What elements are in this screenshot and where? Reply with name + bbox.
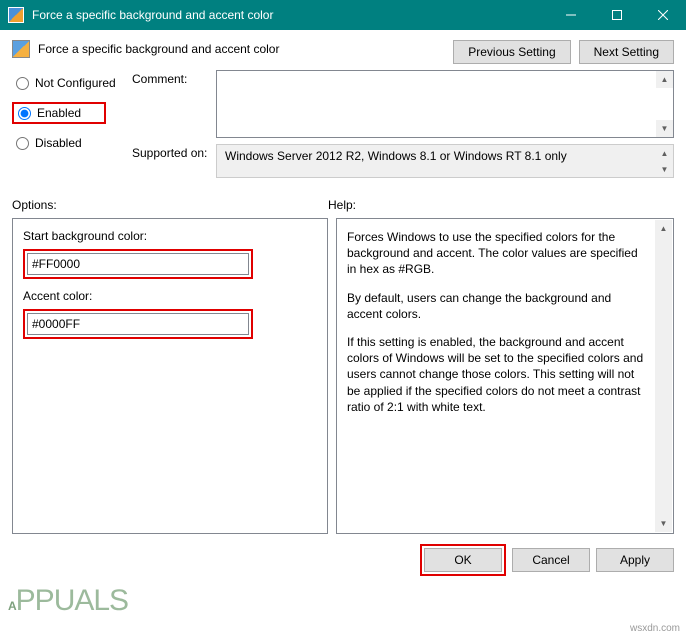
background-color-input[interactable] bbox=[27, 253, 249, 275]
radio-enabled-input[interactable] bbox=[18, 107, 31, 120]
background-color-label: Start background color: bbox=[23, 229, 317, 243]
previous-setting-button[interactable]: Previous Setting bbox=[453, 40, 570, 64]
source-watermark: wsxdn.com bbox=[630, 623, 680, 634]
scroll-up-icon[interactable]: ▲ bbox=[656, 71, 673, 88]
apply-button[interactable]: Apply bbox=[596, 548, 674, 572]
next-setting-button[interactable]: Next Setting bbox=[579, 40, 674, 64]
radio-not-configured-input[interactable] bbox=[16, 77, 29, 90]
radio-not-configured[interactable]: Not Configured bbox=[12, 74, 132, 92]
accent-color-input[interactable] bbox=[27, 313, 249, 335]
app-icon bbox=[8, 7, 24, 23]
supported-on-box: Windows Server 2012 R2, Windows 8.1 or W… bbox=[216, 144, 674, 178]
maximize-button[interactable] bbox=[594, 0, 640, 30]
help-paragraph-3: If this setting is enabled, the backgrou… bbox=[347, 334, 649, 415]
supported-on-value: Windows Server 2012 R2, Windows 8.1 or W… bbox=[225, 149, 567, 163]
minimize-button[interactable] bbox=[548, 0, 594, 30]
radio-disabled-input[interactable] bbox=[16, 137, 29, 150]
titlebar: Force a specific background and accent c… bbox=[0, 0, 686, 30]
scroll-down-icon[interactable]: ▼ bbox=[656, 120, 673, 137]
policy-icon bbox=[12, 40, 30, 58]
options-section-label: Options: bbox=[12, 198, 328, 212]
help-section-label: Help: bbox=[328, 198, 356, 212]
window-title: Force a specific background and accent c… bbox=[32, 8, 548, 22]
help-paragraph-2: By default, users can change the backgro… bbox=[347, 290, 649, 322]
radio-disabled[interactable]: Disabled bbox=[12, 134, 132, 152]
help-panel: Forces Windows to use the specified colo… bbox=[336, 218, 674, 534]
scroll-down-icon[interactable]: ▼ bbox=[656, 161, 673, 177]
close-button[interactable] bbox=[640, 0, 686, 30]
comment-textarea[interactable]: ▲ ▼ bbox=[216, 70, 674, 138]
watermark-logo: APPUALS bbox=[8, 584, 128, 618]
radio-enabled-label: Enabled bbox=[37, 106, 81, 120]
cancel-button[interactable]: Cancel bbox=[512, 548, 590, 572]
scroll-up-icon[interactable]: ▲ bbox=[655, 220, 672, 237]
scroll-down-icon[interactable]: ▼ bbox=[655, 515, 672, 532]
ok-button[interactable]: OK bbox=[424, 548, 502, 572]
scroll-up-icon[interactable]: ▲ bbox=[656, 145, 673, 161]
radio-enabled[interactable]: Enabled bbox=[12, 102, 106, 124]
policy-title: Force a specific background and accent c… bbox=[38, 42, 279, 56]
options-panel: Start background color: Accent color: bbox=[12, 218, 328, 534]
help-paragraph-1: Forces Windows to use the specified colo… bbox=[347, 229, 649, 278]
supported-label: Supported on: bbox=[132, 144, 216, 178]
help-scrollbar[interactable]: ▲ ▼ bbox=[655, 220, 672, 532]
radio-not-configured-label: Not Configured bbox=[35, 76, 116, 90]
accent-color-label: Accent color: bbox=[23, 289, 317, 303]
radio-disabled-label: Disabled bbox=[35, 136, 82, 150]
comment-label: Comment: bbox=[132, 70, 216, 138]
